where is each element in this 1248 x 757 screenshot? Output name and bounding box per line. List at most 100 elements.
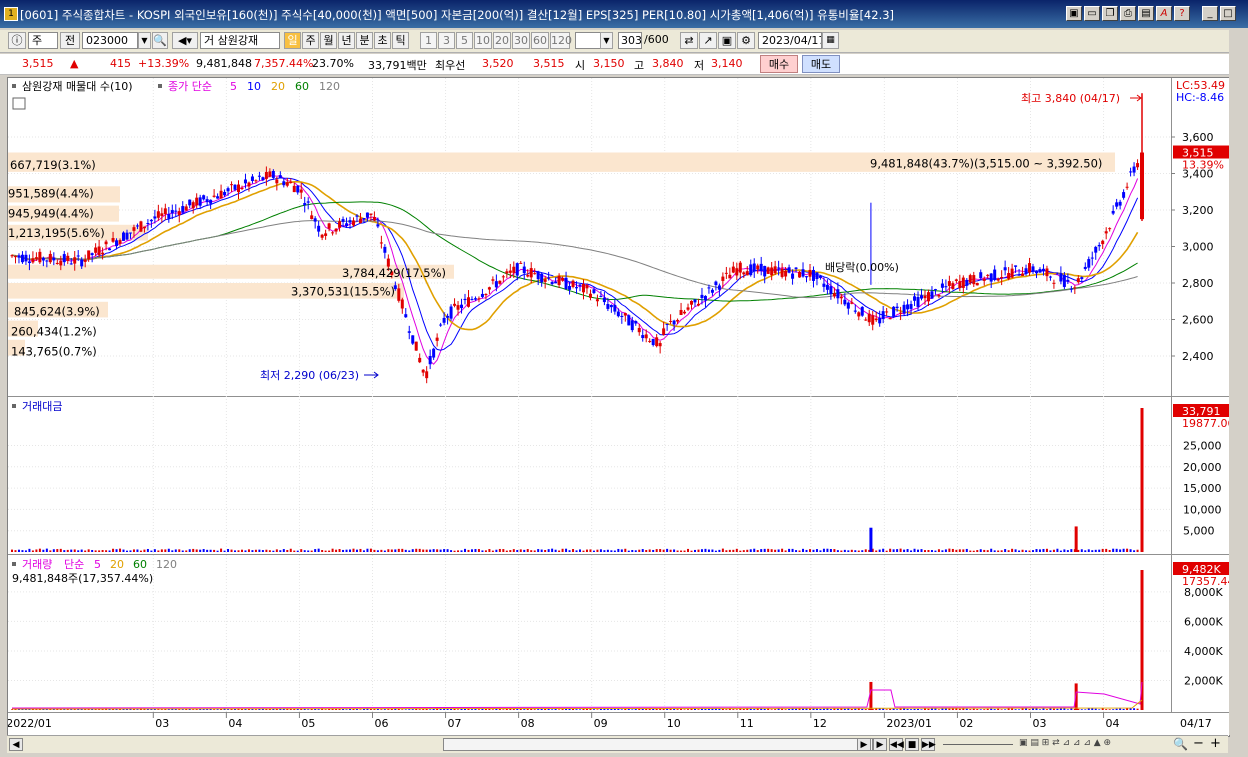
amount-legend: 거래대금 <box>22 400 62 413</box>
chart-area[interactable]: 2022/01 03 04 05 06 07 08 09 10 11 12 2023/01 02 03 04… <box>7 77 1230 737</box>
volume-bar-213 <box>753 709 756 710</box>
candle-body-6 <box>31 258 35 263</box>
maximize-icon[interactable]: □ <box>1220 6 1236 21</box>
open-price: 3,150 <box>593 57 625 70</box>
custom-period-dropdown-icon[interactable]: ▼ <box>600 32 613 49</box>
candle-body-175 <box>620 315 624 317</box>
period-tab-5[interactable]: 초 <box>374 32 391 49</box>
settings-icon[interactable]: ⚙ <box>737 32 755 49</box>
amount-bar-175 <box>620 549 623 552</box>
drawing-tools-icon[interactable]: ▣ ▤ ⊞ ⇄ ⊿ ⊿ ⊿ ▲ ⊕ <box>1019 738 1169 751</box>
candle-body-29 <box>111 238 115 242</box>
quote-bar: 3,515 ▲ 415 +13.39% 9,481,848 7,357.44% … <box>0 54 1248 75</box>
amount-bar-180 <box>638 549 641 552</box>
candle-body-179 <box>634 321 638 324</box>
last-pct-label: 13.39% <box>1182 159 1224 172</box>
search-icon[interactable]: 🔍 <box>152 32 168 49</box>
volume-bar-299 <box>1052 708 1055 710</box>
calendar-icon[interactable]: ▦ <box>822 32 839 49</box>
scroll-right-icon[interactable]: ▶ <box>857 738 871 751</box>
zoom-slider-track[interactable] <box>943 744 1013 745</box>
volume-bar-300 <box>1056 708 1059 710</box>
save-icon[interactable]: ▣ <box>718 32 736 49</box>
minute-tab-4[interactable]: 20 <box>493 32 511 49</box>
amount-bar-8 <box>38 548 41 552</box>
link-icon[interactable]: ▣ <box>1066 6 1082 21</box>
candle-body-15 <box>62 254 66 263</box>
scroll-left-icon[interactable]: ◀ <box>9 738 23 751</box>
rewind-icon[interactable]: ◀◀ <box>889 738 904 751</box>
font-icon[interactable]: A <box>1156 6 1172 21</box>
amount-bar-304 <box>1070 549 1073 552</box>
candle-body-30 <box>115 240 119 246</box>
count-input[interactable]: 303 <box>618 32 642 49</box>
candle-body-67 <box>243 179 247 184</box>
minute-tab-0[interactable]: 1 <box>420 32 437 49</box>
candle-body-270 <box>951 283 955 290</box>
stop-icon[interactable]: ■ <box>905 738 919 751</box>
help-icon[interactable]: ? <box>1174 6 1190 21</box>
restore-icon[interactable]: ❐ <box>1102 6 1118 21</box>
candle-body-311 <box>1094 246 1098 253</box>
candle-body-21 <box>83 259 87 262</box>
amount-bar-14 <box>59 548 62 552</box>
period-tab-2[interactable]: 월 <box>320 32 337 49</box>
minute-tab-3[interactable]: 10 <box>474 32 492 49</box>
stock-chart[interactable]: 2022/01 03 04 05 06 07 08 09 10 11 12 2023/01 02 03 04… <box>8 78 1229 736</box>
plus-icon[interactable]: + <box>1210 736 1221 751</box>
amount-bar-147 <box>523 549 526 552</box>
amount-bar-120 <box>429 549 432 552</box>
period-tab-1[interactable]: 주 <box>302 32 319 49</box>
minimize-icon[interactable]: _ <box>1202 6 1218 21</box>
minute-tab-6[interactable]: 60 <box>531 32 549 49</box>
code-input[interactable]: 023000 <box>82 32 138 49</box>
candle-body-158 <box>561 277 565 281</box>
period-tab-4[interactable]: 분 <box>356 32 373 49</box>
volume-bar-190 <box>673 709 676 710</box>
candle-body-243 <box>857 312 861 317</box>
period-tab-6[interactable]: 틱 <box>392 32 409 49</box>
volume-bar-274 <box>965 708 968 710</box>
compare-icon[interactable]: ⇄ <box>680 32 698 49</box>
volume-bar-303 <box>1066 709 1069 710</box>
amount-bar-97 <box>349 549 352 552</box>
candle-body-244 <box>860 306 864 316</box>
ma-legend-60: 60 <box>295 80 309 93</box>
amount-bar-296 <box>1042 548 1045 552</box>
minute-tab-1[interactable]: 3 <box>438 32 455 49</box>
date-input[interactable]: 2023/04/17 <box>758 32 822 49</box>
zoom-out-icon[interactable]: 🔍 <box>1173 737 1188 751</box>
volume-bar-232 <box>819 708 822 710</box>
speaker-icon[interactable]: ◀▾ <box>172 32 198 49</box>
play-icon[interactable]: ▶ <box>873 738 887 751</box>
info-icon[interactable]: ⓘ <box>8 32 26 49</box>
amount-bar-85 <box>307 550 310 552</box>
minute-tab-7[interactable]: 120 <box>550 32 572 49</box>
minute-tab-2[interactable]: 5 <box>456 32 473 49</box>
chart-scrollbar[interactable]: ◀ ▶ ▶ ◀◀ ■ ▶▶ ▣ ▤ ⊞ ⇄ ⊿ ⊿ ⊿ ▲ ⊕ 🔍 − + <box>7 735 1228 753</box>
bookmark-icon[interactable]: ▤ <box>1138 6 1154 21</box>
period-tab-0[interactable]: 일 <box>284 32 301 49</box>
chart-line-icon[interactable]: ↗ <box>699 32 717 49</box>
print-icon[interactable]: ⎙ <box>1120 6 1136 21</box>
amount-second-label: 19877.06 <box>1182 417 1229 430</box>
candle-body-127 <box>453 303 457 306</box>
volume-bar-104 <box>373 709 376 710</box>
minute-tab-5[interactable]: 30 <box>512 32 530 49</box>
amount-bar-261 <box>920 549 923 552</box>
sell-button[interactable]: 매도 <box>802 55 840 73</box>
minimize-doc-icon[interactable]: ▭ <box>1084 6 1100 21</box>
buy-button[interactable]: 매수 <box>760 55 798 73</box>
candle-body-105 <box>376 224 380 227</box>
code-dropdown-icon[interactable]: ▼ <box>138 32 151 49</box>
amount-bar-312 <box>1098 549 1101 552</box>
scroll-thumb[interactable] <box>443 738 873 751</box>
minus-icon[interactable]: − <box>1193 736 1204 751</box>
candle-body-265 <box>933 289 937 291</box>
fast-forward-icon[interactable]: ▶▶ <box>921 738 936 751</box>
period-tab-3[interactable]: 년 <box>338 32 355 49</box>
market-select[interactable]: 주 <box>28 32 58 49</box>
volume-bar-317 <box>1115 708 1118 710</box>
amount-bar-29 <box>112 548 115 552</box>
all-button[interactable]: 전 <box>60 32 80 49</box>
